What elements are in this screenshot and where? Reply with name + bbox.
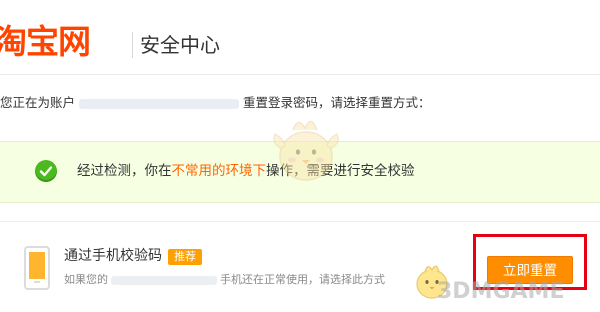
taobao-logo[interactable]: 淘宝网	[0, 22, 91, 62]
method-description: 如果您的 手机还在正常使用，请选择此方式	[64, 273, 385, 287]
check-circle-icon	[35, 160, 57, 182]
phone-icon	[24, 246, 50, 290]
section-divider	[0, 221, 600, 222]
account-prefix: 您正在为账户	[0, 95, 76, 110]
header-divider-line	[0, 74, 600, 75]
method-desc-before: 如果您的	[64, 273, 108, 286]
blurred-phone-number	[111, 275, 217, 285]
method-desc-after: 手机还在正常使用，请选择此方式	[220, 273, 385, 286]
account-instruction: 您正在为账户 重置登录密码，请选择重置方式：	[0, 95, 431, 111]
chick-mascot-watermark	[273, 120, 339, 181]
site-watermark: 3DMGAME	[437, 279, 565, 304]
notice-highlight: 不常用的环境下	[171, 163, 267, 179]
phone-screen	[29, 252, 45, 279]
page-header: 淘宝网 安全中心	[0, 0, 600, 72]
notice-text: 经过检测，你在不常用的环境下操作，需要进行安全校验	[77, 162, 415, 180]
page-title: 安全中心	[140, 33, 220, 57]
notice-text-before: 经过检测，你在	[77, 163, 172, 179]
phone-home-button	[34, 281, 40, 283]
blurred-account-name	[79, 98, 240, 109]
header-divider	[132, 32, 133, 58]
method-title: 通过手机校验码	[64, 248, 162, 264]
recommended-badge: 推荐	[168, 249, 202, 265]
